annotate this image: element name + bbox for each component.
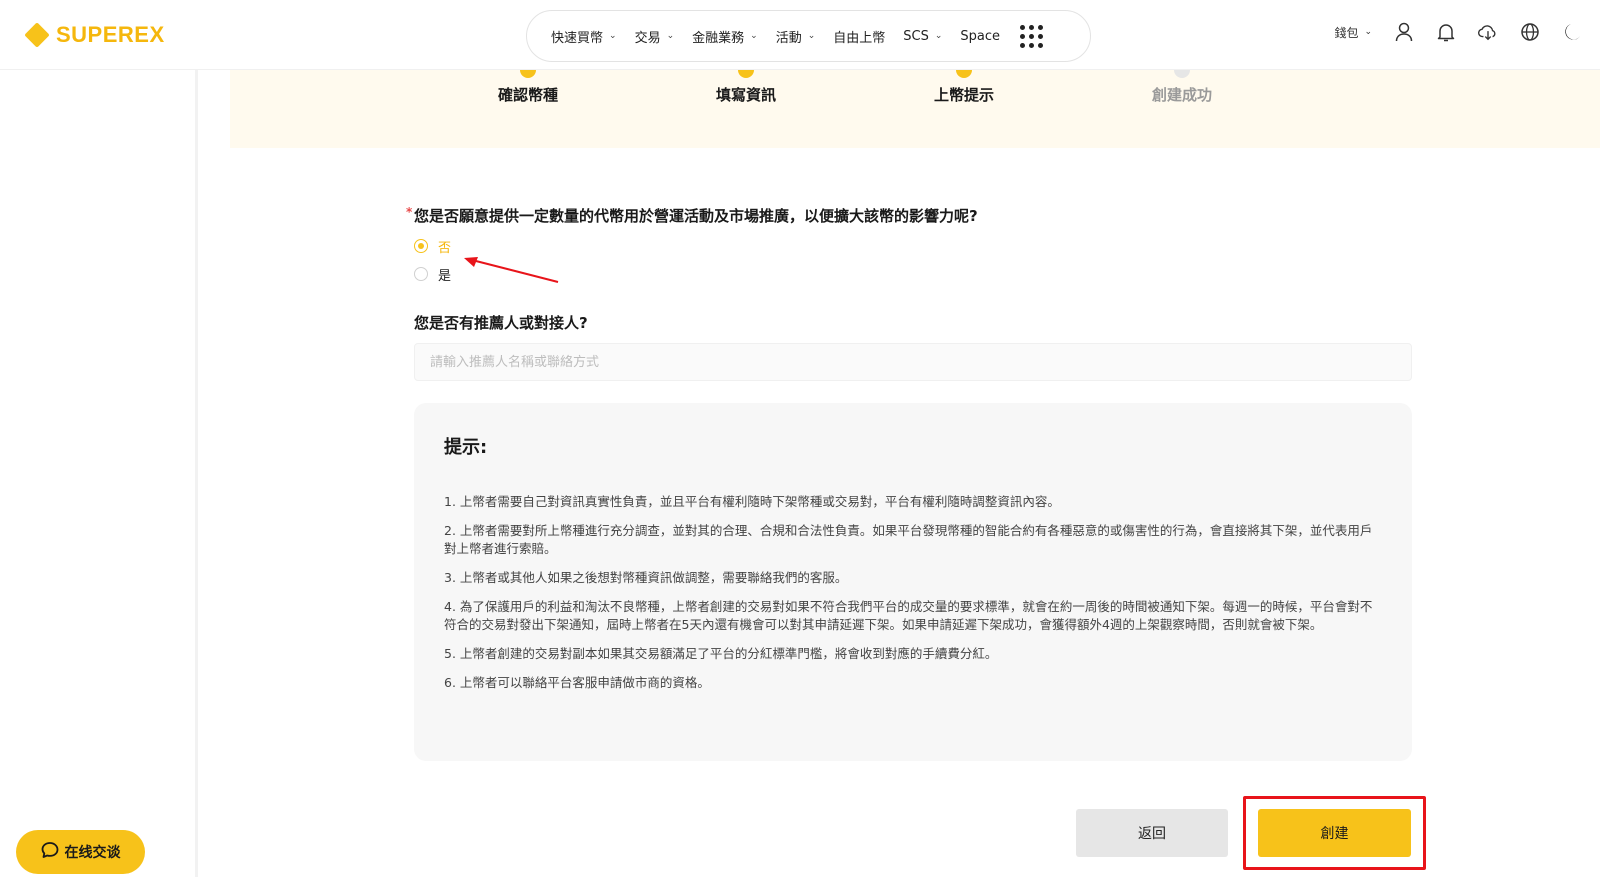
- chevron-down-icon: ⌄: [1364, 27, 1372, 37]
- chevron-down-icon: ⌄: [750, 31, 758, 41]
- chevron-down-icon: ⌄: [934, 31, 943, 41]
- nav-item-finance[interactable]: 金融業務 ⌄: [692, 27, 758, 46]
- main-nav: 快速買幣 ⌄ 交易 ⌄ 金融業務 ⌄ 活動 ⌄ 自由上幣 SCS ⌄ Space: [526, 10, 1091, 62]
- wallet-label: 錢包: [1334, 25, 1359, 40]
- user-icon[interactable]: [1394, 22, 1414, 42]
- question-referrer: 您是否有推薦人或對接人?: [414, 314, 588, 332]
- globe-icon[interactable]: [1520, 22, 1540, 42]
- tips-title: 提示:: [444, 437, 488, 458]
- listing-form: * 您是否願意提供一定數量的代幣用於營運活動及市場推廣，以便擴大該幣的影響力呢?…: [406, 205, 1412, 761]
- question-promotion-text: 您是否願意提供一定數量的代幣用於營運活動及市場推廣，以便擴大該幣的影響力呢?: [414, 207, 978, 225]
- chevron-down-icon: ⌄: [807, 31, 816, 41]
- step-2: 填寫資訊: [676, 70, 816, 105]
- tip-item: 2. 上幣者需要對所上幣種進行充分調查，並對其的合理、合規和合法性負責。如果平台…: [444, 523, 1373, 556]
- nav-label: 快速買幣: [551, 30, 604, 46]
- step-1: 確認幣種: [458, 70, 598, 105]
- back-button[interactable]: 返回: [1076, 809, 1228, 857]
- step-3: 上幣提示: [894, 70, 1034, 105]
- step-label: 上幣提示: [933, 86, 994, 104]
- logo-diamond-icon: [24, 22, 50, 48]
- top-header: SUPEREX 快速買幣 ⌄ 交易 ⌄ 金融業務 ⌄ 活動 ⌄ 自由上幣 SCS ⌄ Sp…: [0, 0, 1600, 70]
- tip-item: 6. 上幣者可以聯絡平台客服申請做市商的資格。: [444, 675, 710, 690]
- tip-item: 5. 上幣者創建的交易對副本如果其交易額滿足了平台的分紅標準門檻，將會收到對應的…: [444, 646, 998, 661]
- question-promotion: * 您是否願意提供一定數量的代幣用於營運活動及市場推廣，以便擴大該幣的影響力呢?: [406, 205, 1412, 226]
- step-label: 創建成功: [1151, 86, 1212, 104]
- progress-steps: 確認幣種 填寫資訊 上幣提示 創建成功: [230, 70, 1600, 148]
- nav-label: Space: [960, 28, 1001, 44]
- tips-panel: 提示: 1. 上幣者需要自己對資訊真實性負責，並且平台有權利隨時下架幣種或交易對…: [414, 403, 1412, 761]
- referrer-input[interactable]: [414, 343, 1412, 381]
- chevron-down-icon: ⌄: [666, 31, 675, 41]
- annotation-arrow-icon: [464, 257, 559, 283]
- left-sidebar: [0, 70, 198, 877]
- download-icon[interactable]: [1478, 22, 1498, 42]
- radio-button-selected[interactable]: [414, 239, 428, 253]
- header-actions: 錢包 ⌄: [1334, 22, 1582, 42]
- radio-label: 否: [438, 240, 452, 256]
- create-button[interactable]: 創建: [1258, 809, 1411, 857]
- apps-grid-icon[interactable]: [1020, 24, 1044, 48]
- nav-label: 金融業務: [692, 30, 745, 46]
- step-dot: [1174, 70, 1190, 78]
- tip-item: 4. 為了保護用戶的利益和淘汰不良幣種，上幣者創建的交易對如果不符合我們平台的成…: [444, 599, 1373, 632]
- radio-option-no[interactable]: 否: [414, 236, 1412, 256]
- logo-text: SUPEREX: [56, 22, 165, 47]
- live-chat-button[interactable]: 在线交谈: [16, 830, 145, 874]
- logo[interactable]: SUPEREX: [24, 22, 165, 48]
- step-4: 創建成功: [1112, 70, 1252, 105]
- nav-item-scs[interactable]: SCS ⌄: [903, 29, 942, 44]
- nav-label: SCS: [903, 28, 929, 44]
- nav-item-space[interactable]: Space: [960, 29, 1000, 44]
- radio-option-yes[interactable]: 是: [414, 264, 1412, 284]
- bell-icon[interactable]: [1436, 22, 1456, 42]
- chevron-down-icon: ⌄: [609, 31, 617, 41]
- nav-item-free-listing[interactable]: 自由上幣: [833, 27, 885, 46]
- step-label: 確認幣種: [497, 86, 558, 104]
- nav-label: 交易: [634, 30, 661, 46]
- chat-label: 在线交谈: [64, 845, 121, 861]
- step-dot: [956, 70, 972, 78]
- nav-item-activity[interactable]: 活動 ⌄: [776, 27, 816, 46]
- nav-item-quick-buy[interactable]: 快速買幣 ⌄: [551, 27, 617, 46]
- step-label: 填寫資訊: [715, 86, 776, 104]
- radio-button[interactable]: [414, 267, 428, 281]
- step-dot: [520, 70, 536, 78]
- step-dot: [738, 70, 754, 78]
- radio-label: 是: [438, 268, 452, 284]
- wallet-menu[interactable]: 錢包 ⌄: [1334, 24, 1372, 41]
- nav-label: 活動: [775, 30, 802, 46]
- tip-item: 3. 上幣者或其他人如果之後想對幣種資訊做調整，需要聯絡我們的客服。: [444, 570, 848, 585]
- required-mark: *: [406, 205, 413, 219]
- moon-icon[interactable]: [1562, 22, 1582, 42]
- tip-item: 1. 上幣者需要自己對資訊真實性負責，並且平台有權利隨時下架幣種或交易對，平台有…: [444, 494, 1060, 509]
- chat-bubble-icon: [41, 841, 59, 863]
- nav-label: 自由上幣: [833, 30, 886, 46]
- nav-item-trade[interactable]: 交易 ⌄: [635, 27, 675, 46]
